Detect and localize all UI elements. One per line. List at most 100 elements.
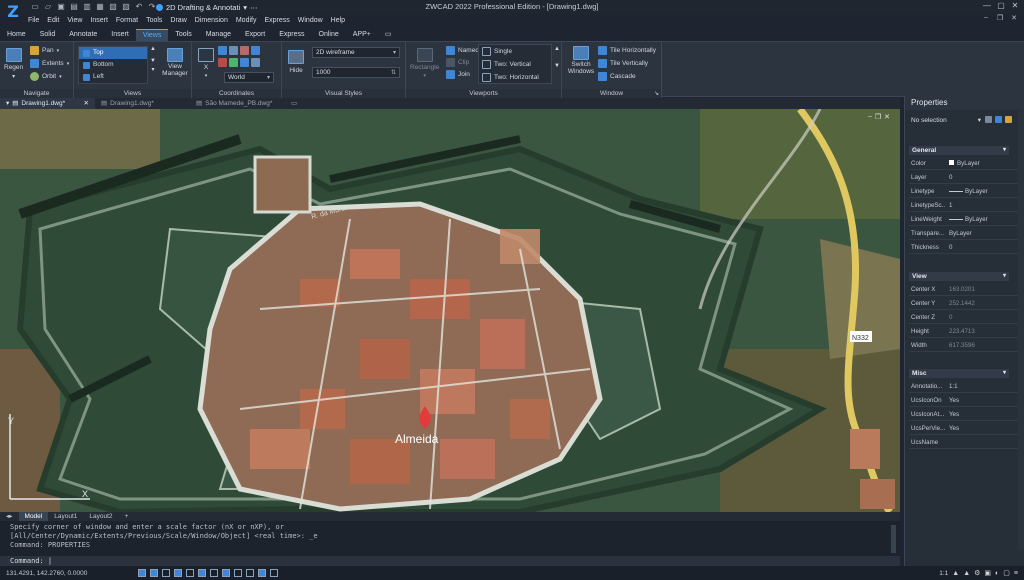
annotation-scale[interactable]: 1:1 (939, 570, 948, 577)
property-row[interactable]: Layer 0 (909, 171, 1019, 184)
drawing-canvas[interactable]: Y X Almeida R. da Muralha N332 – ❐ ✕ (0, 109, 900, 512)
tab-layout1[interactable]: Layout1 (48, 512, 83, 521)
grid-toggle-icon[interactable] (138, 569, 146, 577)
dyn-input-toggle-icon[interactable] (222, 569, 230, 577)
property-row[interactable]: UcsIconOn Yes (909, 394, 1019, 407)
print-icon[interactable]: ▥ (82, 2, 92, 12)
tile-horizontally-button[interactable]: Tile Horizontally (598, 46, 656, 55)
polar-toggle-icon[interactable] (174, 569, 182, 577)
ucs-button[interactable]: X ▾ (198, 48, 214, 79)
close-icon[interactable]: ✕ (84, 98, 89, 109)
properties-scrollbar[interactable] (1018, 110, 1024, 550)
tab-solid[interactable]: Solid (33, 29, 63, 41)
ucs-y-icon[interactable] (229, 58, 238, 67)
orbit-button[interactable]: Orbit ▾ (30, 72, 62, 81)
undo-icon[interactable]: ↶ (134, 2, 144, 12)
menu-format[interactable]: Format (116, 17, 138, 24)
property-row[interactable]: Annotatio... 1:1 (909, 380, 1019, 393)
tab-tools[interactable]: Tools (168, 29, 198, 41)
workspace-switch-icon[interactable]: ⚙ (974, 569, 980, 577)
view-item-top[interactable]: Top (79, 47, 147, 59)
selection-cycling-icon[interactable] (246, 569, 254, 577)
workspace-dropdown[interactable]: 2D Drafting & Annotati ▾ ⋯ (156, 1, 257, 13)
tile-vertically-button[interactable]: Tile Vertically (598, 59, 648, 68)
property-row[interactable]: Color ByLayer (909, 157, 1019, 170)
command-input[interactable]: Command: | (0, 556, 900, 566)
ucs-face-icon[interactable] (218, 46, 227, 55)
menu-tools[interactable]: Tools (146, 17, 162, 24)
ucs-object-icon[interactable] (251, 58, 260, 67)
tab-layout2[interactable]: Layout2 (83, 512, 118, 521)
viewport-list-scroll[interactable]: ▲ ▼ (554, 46, 560, 69)
dropdown-icon[interactable]: ▾ (6, 98, 9, 109)
tab-views[interactable]: Views (135, 29, 169, 41)
property-row[interactable]: Thickness 0 (909, 241, 1019, 254)
property-row[interactable]: UcsName (909, 436, 1019, 449)
tab-express[interactable]: Express (272, 29, 311, 41)
menu-modify[interactable]: Modify (236, 17, 257, 24)
doc-restore-icon[interactable]: ❐ (994, 14, 1006, 22)
join-button[interactable]: Join (446, 70, 470, 79)
doc-minimize-icon[interactable]: – (980, 14, 992, 22)
layout-nav-icon[interactable]: ◂▸ (0, 512, 19, 521)
toggle-pickadd-icon[interactable] (1005, 116, 1012, 123)
osnap-toggle-icon[interactable] (186, 569, 194, 577)
otrack-toggle-icon[interactable] (198, 569, 206, 577)
tab-model[interactable]: Model (18, 512, 49, 521)
section-general[interactable]: General ▾ (909, 146, 1009, 155)
view-item-bottom[interactable]: Bottom (79, 59, 147, 71)
viewport-single[interactable]: Single (482, 47, 512, 56)
scroll-up-icon[interactable]: ▲ (554, 46, 560, 52)
ribbon-toggle-icon[interactable]: ▭ (378, 29, 399, 41)
regen-button[interactable]: Regen ▾ (4, 48, 23, 80)
auto-scale-icon[interactable]: ▲ (963, 570, 970, 577)
property-row[interactable]: LineWeight ByLayer (909, 213, 1019, 226)
ucs-x-icon[interactable] (218, 58, 227, 67)
hide-button[interactable]: Hide (288, 50, 304, 74)
property-row[interactable]: LinetypeSc... 1 (909, 199, 1019, 212)
close-icon[interactable]: ✕ (1008, 0, 1022, 12)
tab-manage[interactable]: Manage (199, 29, 238, 41)
property-row[interactable]: Center X 163.0201 (909, 283, 1019, 296)
selection-dropdown[interactable]: No selection ▾ (909, 115, 983, 126)
add-layout-button[interactable]: + (119, 512, 135, 521)
tab-online[interactable]: Online (312, 29, 346, 41)
views-list-scroll[interactable]: ▲ ▼ ▾ (150, 46, 156, 73)
cascade-button[interactable]: Cascade (598, 72, 636, 81)
tab-app-plus[interactable]: APP+ (346, 29, 378, 41)
paste-icon[interactable]: ▨ (121, 2, 131, 12)
minimize-icon[interactable]: — (980, 0, 994, 12)
customize-icon[interactable]: ≡ (1014, 570, 1018, 577)
section-misc[interactable]: Misc ▾ (909, 369, 1009, 378)
doc-tab-drawing1-copy[interactable]: ▤ Drawing1.dwg* (95, 98, 190, 109)
property-row[interactable]: Center Z 0 (909, 311, 1019, 324)
expand-icon[interactable]: ▾ (151, 66, 154, 73)
select-objects-icon[interactable] (995, 116, 1002, 123)
menu-draw[interactable]: Draw (170, 17, 186, 24)
menu-help[interactable]: Help (331, 17, 345, 24)
ortho-toggle-icon[interactable] (162, 569, 170, 577)
scroll-up-icon[interactable]: ▲ (150, 46, 156, 52)
menu-insert[interactable]: Insert (90, 17, 108, 24)
tab-home[interactable]: Home (0, 29, 33, 41)
ucs-view-icon[interactable] (251, 46, 260, 55)
open-icon[interactable]: ▱ (43, 2, 53, 12)
ucs-world-dropdown[interactable]: World ▾ (224, 72, 274, 83)
property-row[interactable]: Center Y 252.1442 (909, 297, 1019, 310)
scroll-down-icon[interactable]: ▼ (554, 63, 560, 69)
visual-style-value-field[interactable]: 1000 ⇅ (312, 67, 400, 78)
property-row[interactable]: UcsPerVie... Yes (909, 422, 1019, 435)
more-icon[interactable]: ⋯ (250, 3, 258, 12)
viewport-two-vertical[interactable]: Two: Vertical (482, 60, 531, 69)
property-row[interactable]: Height 223.4713 (909, 325, 1019, 338)
property-row[interactable]: Linetype ByLayer (909, 185, 1019, 198)
section-view[interactable]: View ▾ (909, 272, 1009, 281)
clip-button[interactable]: Clip (446, 58, 469, 67)
saveas-icon[interactable]: ▤ (69, 2, 79, 12)
viewport-restore-icon[interactable]: ❐ (875, 113, 881, 121)
doc-close-icon[interactable]: ✕ (1008, 14, 1020, 22)
ucs-z-icon[interactable] (240, 46, 249, 55)
menu-edit[interactable]: Edit (47, 17, 59, 24)
panel-expand-icon[interactable]: ↘ (654, 90, 659, 97)
annotation-monitor-icon[interactable] (270, 569, 278, 577)
